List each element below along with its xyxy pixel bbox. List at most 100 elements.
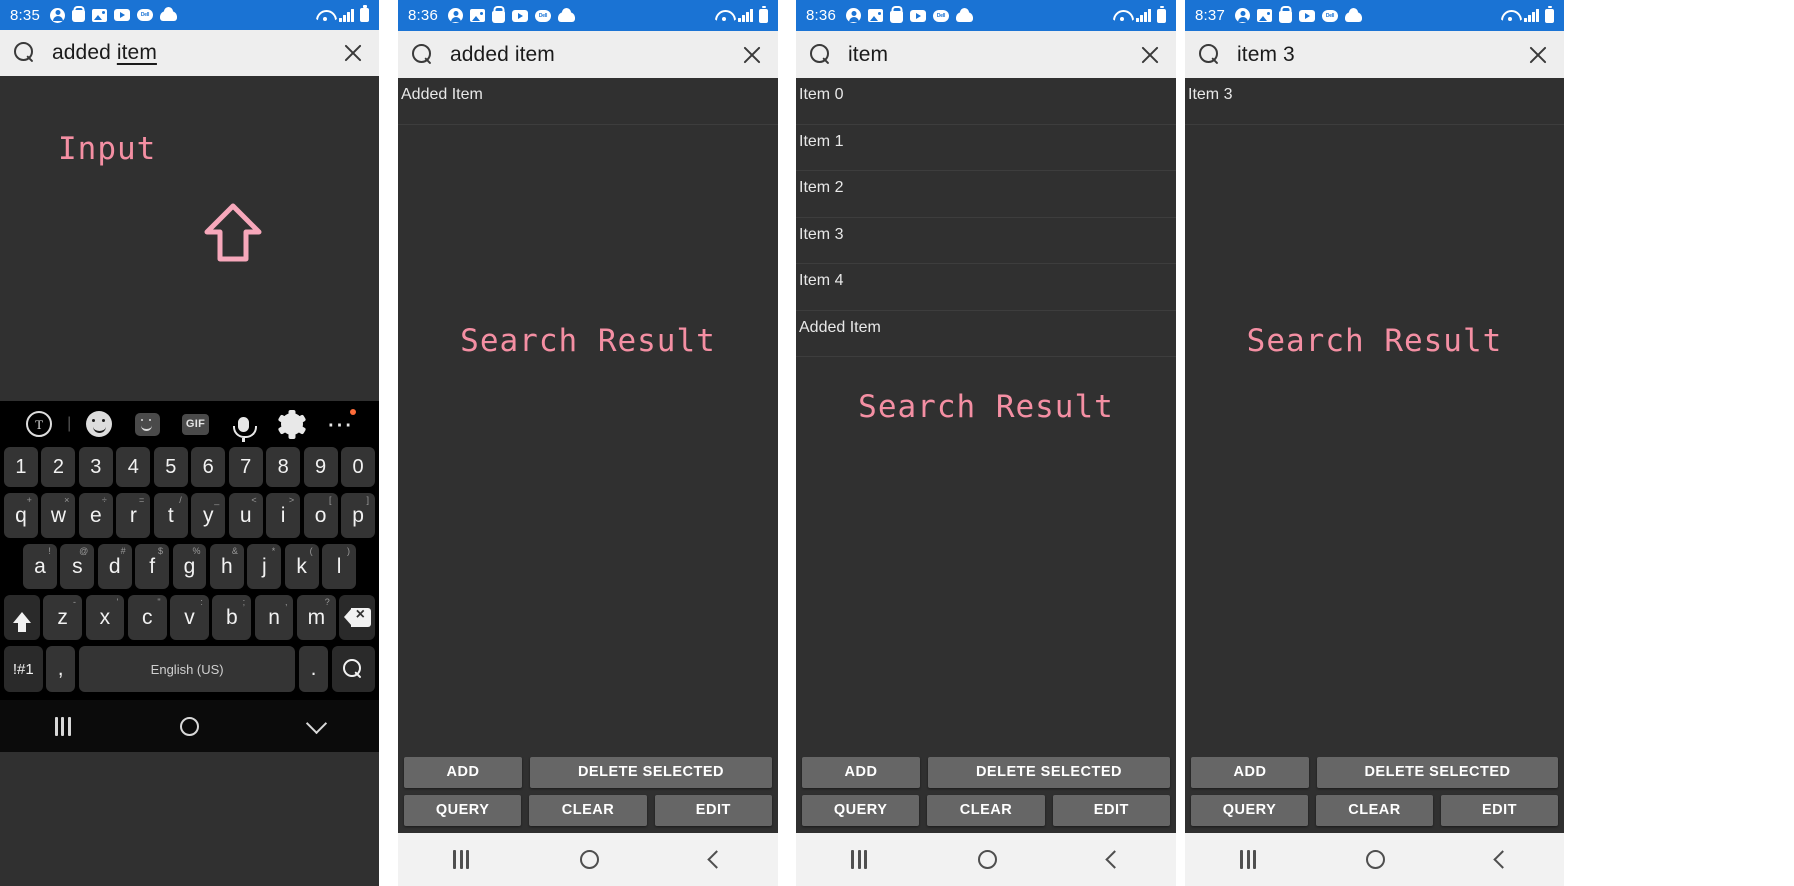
key-e[interactable]: ÷ e [78, 493, 113, 538]
voice-input-button[interactable] [220, 416, 268, 442]
shift-key[interactable] [4, 595, 40, 640]
nav-bar-4[interactable] [1185, 833, 1564, 886]
recents-icon[interactable] [453, 850, 470, 869]
delete-selected-button[interactable]: DELETE SELECTED [928, 757, 1170, 788]
list-item[interactable]: Item 1 [796, 125, 1176, 171]
key-d[interactable]: # d [97, 544, 132, 589]
key-l[interactable]: ) l [322, 544, 357, 589]
key-8[interactable]: 8 [266, 447, 301, 487]
keyboard-settings-button[interactable] [268, 409, 316, 439]
keyboard-row-bottom[interactable]: -z ' x " c :v ; b ,n ? m [1, 595, 378, 640]
clear-button[interactable]: CLEAR [1316, 795, 1433, 826]
key-r[interactable]: = r [116, 493, 151, 538]
key-1[interactable]: 1 [3, 447, 38, 487]
add-button[interactable]: ADD [802, 757, 920, 788]
list-item[interactable]: Item 0 [796, 78, 1176, 125]
search-input-4[interactable]: item 3 [1237, 43, 1510, 67]
nav-bar-2[interactable] [398, 833, 778, 886]
key-f[interactable]: $ f [135, 544, 170, 589]
key-b[interactable]: ; b [212, 595, 252, 640]
key-u[interactable]: < u [228, 493, 263, 538]
key-k[interactable]: (k [284, 544, 319, 589]
translate-button[interactable]: T [15, 411, 63, 437]
keyboard-row-home[interactable]: ! a @ s # d $ f% g & h * j(k) l [1, 544, 378, 589]
key-t[interactable]: / t [153, 493, 188, 538]
search-bar-3[interactable]: item [796, 31, 1176, 78]
key-q[interactable]: + q [3, 493, 38, 538]
nav-bar-3[interactable] [796, 833, 1176, 886]
key-c[interactable]: " c [127, 595, 167, 640]
hide-keyboard-icon[interactable] [306, 712, 328, 734]
query-button[interactable]: QUERY [802, 795, 920, 826]
result-list-4[interactable]: Item 3 [1185, 78, 1564, 125]
list-item[interactable]: Added Item [796, 311, 1176, 357]
key-n[interactable]: ,n [254, 595, 294, 640]
list-item[interactable]: Item 2 [796, 171, 1176, 218]
back-icon[interactable] [706, 850, 726, 869]
key-9[interactable]: 9 [303, 447, 338, 487]
list-item[interactable]: Item 4 [796, 264, 1176, 311]
query-button[interactable]: QUERY [404, 795, 522, 826]
key-3[interactable]: 3 [78, 447, 113, 487]
home-icon[interactable] [1366, 850, 1386, 869]
delete-selected-button[interactable]: DELETE SELECTED [1317, 757, 1558, 788]
close-icon[interactable] [1138, 43, 1162, 67]
home-icon[interactable] [579, 850, 599, 869]
key-x[interactable]: ' x [85, 595, 125, 640]
key-m[interactable]: ? m [296, 595, 336, 640]
period-key[interactable]: . [298, 646, 329, 692]
key-v[interactable]: :v [170, 595, 209, 640]
key-0[interactable]: 0 [341, 447, 376, 487]
space-key[interactable]: English (US) [78, 646, 296, 692]
key-j[interactable]: * j [247, 544, 282, 589]
edit-button[interactable]: EDIT [1441, 795, 1558, 826]
recents-icon[interactable] [54, 716, 71, 736]
search-bar-1[interactable]: added item [0, 30, 379, 76]
add-button[interactable]: ADD [1191, 757, 1309, 788]
delete-selected-button[interactable]: DELETE SELECTED [530, 757, 772, 788]
home-icon[interactable] [977, 850, 997, 869]
comma-key[interactable]: , [46, 646, 76, 692]
query-button[interactable]: QUERY [1191, 795, 1308, 826]
result-list-3[interactable]: Item 0 Item 1 Item 2 Item 3 Item 4 Added Item [796, 78, 1176, 357]
search-key[interactable] [331, 646, 376, 692]
search-input-1[interactable]: added item [52, 41, 325, 65]
key-p[interactable]: ] p [341, 493, 376, 538]
back-icon[interactable] [1104, 850, 1124, 869]
gif-button[interactable]: GIF [171, 413, 219, 435]
add-button[interactable]: ADD [404, 757, 522, 788]
close-icon[interactable] [740, 43, 764, 67]
key-2[interactable]: 2 [41, 447, 76, 487]
recents-icon[interactable] [851, 850, 868, 869]
key-y[interactable]: _ y [191, 493, 226, 538]
result-list-2[interactable]: Added Item [398, 78, 778, 125]
keyboard-row-qwerty[interactable]: + q × w ÷ e = r / t _ y < u > i[o] p [1, 493, 378, 538]
key-g[interactable]: % g [172, 544, 207, 589]
key-5[interactable]: 5 [153, 447, 188, 487]
key-w[interactable]: × w [41, 493, 76, 538]
close-icon[interactable] [341, 41, 365, 65]
search-bar-2[interactable]: added item [398, 31, 778, 78]
home-icon[interactable] [180, 716, 200, 736]
key-o[interactable]: [o [303, 493, 338, 538]
onscreen-keyboard[interactable]: T | GIF ⋯ 1234567890 + q × w ÷ e = r / t _ y < u > i[o]… [0, 401, 379, 700]
search-input-3[interactable]: item [848, 43, 1122, 67]
key-a[interactable]: ! a [23, 544, 57, 589]
key-h[interactable]: & h [209, 544, 244, 589]
back-icon[interactable] [1493, 850, 1512, 869]
key-i[interactable]: > i [266, 493, 301, 538]
key-4[interactable]: 4 [116, 447, 151, 487]
keyboard-row-numbers[interactable]: 1234567890 [1, 447, 378, 487]
search-bar-4[interactable]: item 3 [1185, 31, 1564, 78]
close-icon[interactable] [1526, 43, 1550, 67]
sticker-button[interactable] [123, 412, 171, 436]
more-options-button[interactable]: ⋯ [316, 409, 364, 437]
symbols-key[interactable]: !#1 [4, 646, 43, 692]
keyboard-toolbar[interactable]: T | GIF ⋯ [1, 401, 378, 447]
list-item[interactable]: Item 3 [796, 218, 1176, 264]
key-7[interactable]: 7 [228, 447, 263, 487]
edit-button[interactable]: EDIT [1052, 795, 1170, 826]
clear-button[interactable]: CLEAR [927, 795, 1045, 826]
key-6[interactable]: 6 [191, 447, 226, 487]
clear-button[interactable]: CLEAR [529, 795, 647, 826]
